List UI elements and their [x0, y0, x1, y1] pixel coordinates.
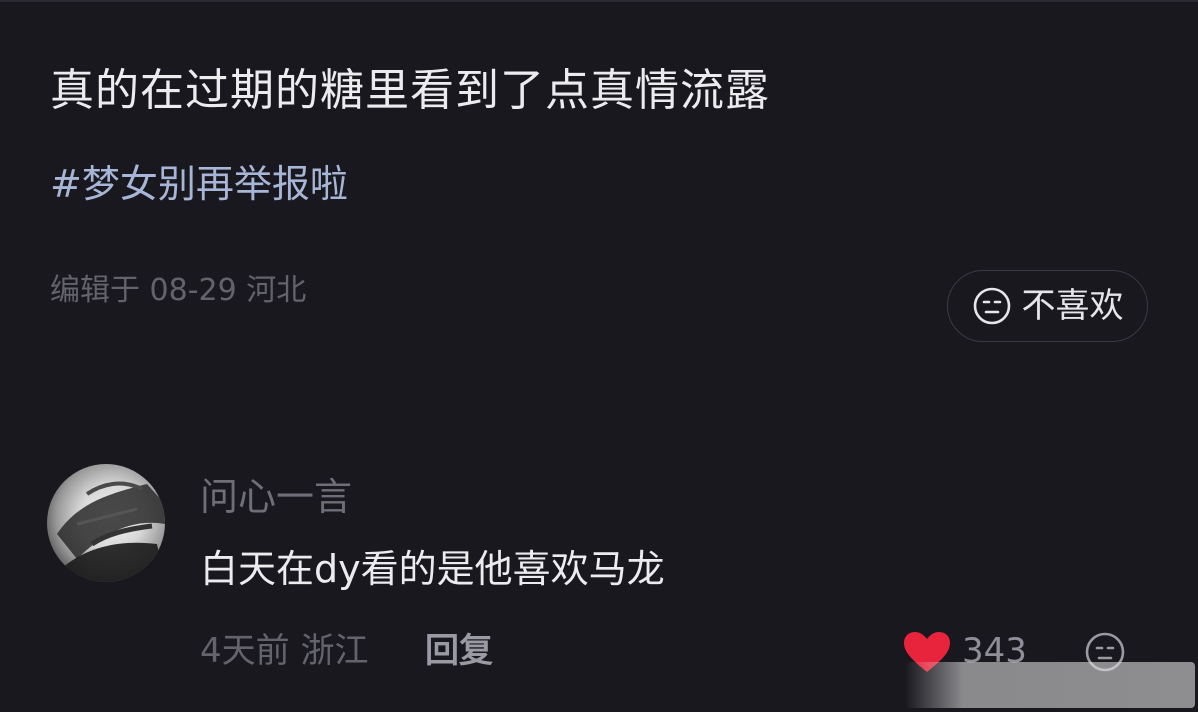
post-title: 真的在过期的糖里看到了点真情流露: [50, 65, 770, 116]
comment-meta: 4天前 浙江: [200, 631, 369, 671]
dislike-label: 不喜欢: [1021, 286, 1124, 326]
dislike-button[interactable]: 不喜欢: [947, 270, 1148, 342]
post-meta: 编辑于 08-29 河北: [50, 273, 307, 308]
avatar[interactable]: [47, 464, 165, 582]
watermark: [905, 662, 1195, 708]
neutral-face-icon: [972, 286, 1012, 326]
reply-button[interactable]: 回复: [425, 628, 493, 674]
comment-username[interactable]: 问心一言: [200, 474, 352, 520]
comment-text: 白天在dy看的是他喜欢马龙: [200, 547, 665, 591]
top-divider: [0, 0, 1198, 2]
hashtag-link[interactable]: #梦女别再举报啦: [50, 158, 348, 210]
